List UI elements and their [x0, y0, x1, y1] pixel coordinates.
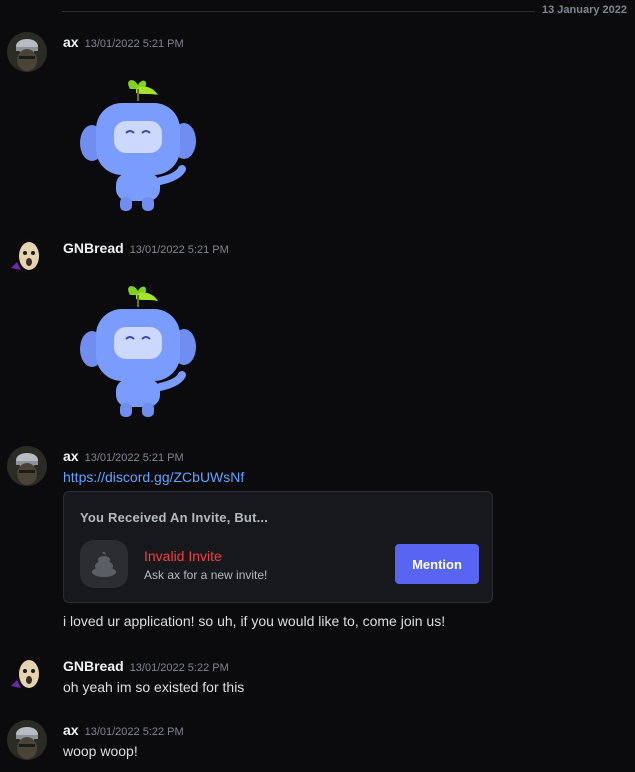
username[interactable]: ax — [63, 34, 79, 50]
avatar[interactable] — [7, 32, 47, 72]
timestamp: 13/01/2022 5:21 PM — [84, 452, 184, 464]
invite-status: Invalid Invite — [144, 548, 222, 564]
invite-heading: You Received An Invite, But... — [80, 510, 269, 525]
invite-embed: You Received An Invite, But... Invalid I… — [63, 491, 493, 603]
invite-link[interactable]: https://discord.gg/ZCbUWsNf — [63, 469, 244, 485]
message-header: ax 13/01/2022 5:22 PM — [63, 722, 184, 740]
username[interactable]: ax — [63, 722, 79, 738]
avatar[interactable] — [7, 446, 47, 486]
invite-guild-icon — [80, 540, 128, 588]
wumpus-sticker-icon[interactable] — [78, 77, 198, 217]
message: ax 13/01/2022 5:21 PM https://discord.gg/… — [0, 446, 635, 636]
avatar-image — [7, 238, 47, 278]
avatar-image — [7, 720, 47, 760]
timestamp: 13/01/2022 5:22 PM — [84, 726, 184, 738]
message: GNBread 13/01/2022 5:21 PM — [0, 238, 635, 428]
message-text: woop woop! — [63, 743, 138, 759]
message-header: GNBread 13/01/2022 5:22 PM — [63, 658, 229, 676]
message-header: ax 13/01/2022 5:21 PM — [63, 34, 184, 52]
divider-line — [62, 11, 535, 12]
wumpus-sticker-icon[interactable] — [78, 283, 198, 423]
message: ax 13/01/2022 5:21 PM — [0, 32, 635, 222]
avatar[interactable] — [7, 720, 47, 760]
avatar-image — [7, 32, 47, 72]
mention-button[interactable]: Mention — [395, 544, 479, 584]
username[interactable]: GNBread — [63, 240, 124, 256]
message: ax 13/01/2022 5:22 PM woop woop! — [0, 720, 635, 770]
date-divider-label: 13 January 2022 — [541, 4, 627, 16]
avatar-image — [7, 656, 47, 696]
timestamp: 13/01/2022 5:22 PM — [129, 662, 229, 674]
timestamp: 13/01/2022 5:21 PM — [84, 38, 184, 50]
message-text: oh yeah im so existed for this — [63, 679, 245, 695]
timestamp: 13/01/2022 5:21 PM — [129, 244, 229, 256]
message-header: ax 13/01/2022 5:21 PM — [63, 448, 184, 466]
message-header: GNBread 13/01/2022 5:21 PM — [63, 240, 229, 258]
date-divider: 13 January 2022 — [62, 4, 635, 18]
message-text: i loved ur application! so uh, if you wo… — [63, 613, 446, 629]
avatar-image — [7, 446, 47, 486]
avatar[interactable] — [7, 238, 47, 278]
message: GNBread 13/01/2022 5:22 PM oh yeah im so … — [0, 656, 635, 706]
username[interactable]: GNBread — [63, 658, 124, 674]
username[interactable]: ax — [63, 448, 79, 464]
avatar[interactable] — [7, 656, 47, 696]
invite-subtext: Ask ax for a new invite! — [144, 568, 268, 582]
